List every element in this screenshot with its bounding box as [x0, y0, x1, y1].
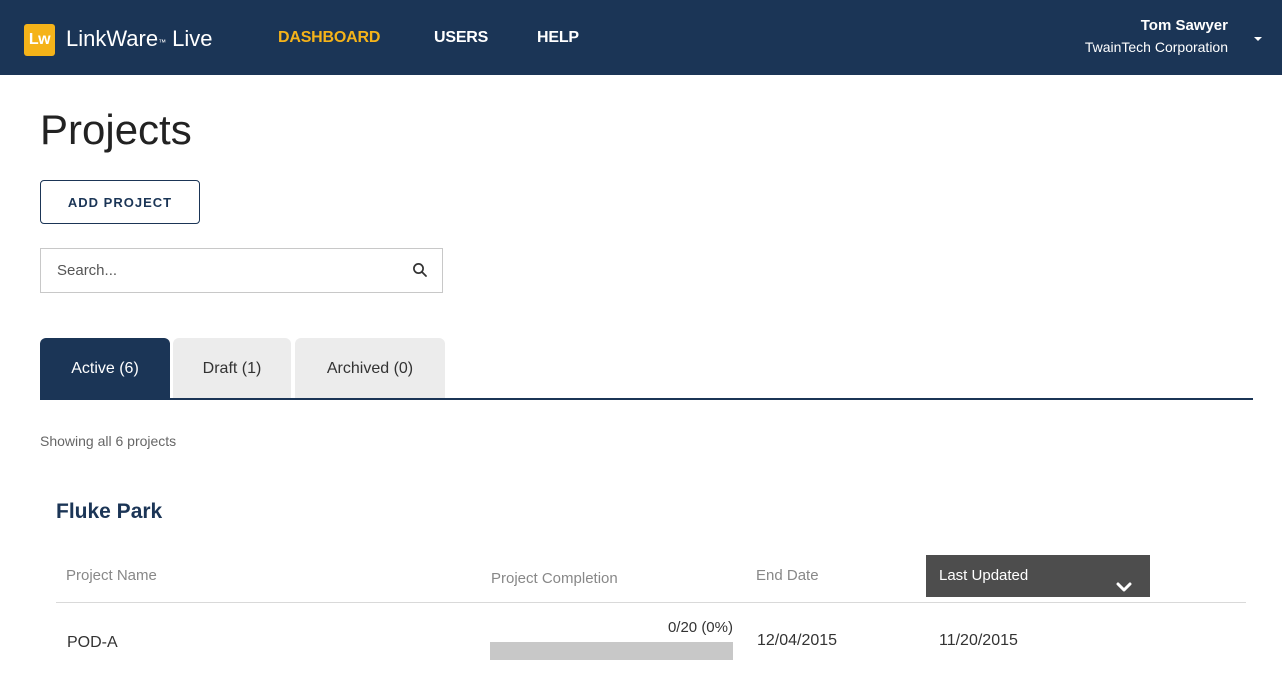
app-name: LinkWare™ Live	[66, 24, 212, 54]
tab-draft[interactable]: Draft (1)	[173, 338, 291, 399]
status-text: Showing all 6 projects	[40, 433, 177, 449]
tab-active[interactable]: Active (6)	[40, 338, 170, 399]
column-header-project-completion[interactable]: Project Completion	[491, 569, 618, 589]
nav-dashboard[interactable]: DASHBOARD	[278, 27, 380, 49]
column-header-last-updated[interactable]: Last Updated	[926, 555, 1150, 597]
end-date-cell: 12/04/2015	[757, 632, 838, 649]
search-box	[40, 248, 443, 293]
caret-down-icon[interactable]	[1250, 28, 1266, 44]
tab-underline	[40, 398, 1253, 400]
top-bar: Lw LinkWare™ Live DASHBOARD USERS HELP To…	[0, 0, 1282, 75]
column-header-project-name[interactable]: Project Name	[66, 566, 157, 586]
add-project-button[interactable]: ADD PROJECT	[40, 180, 200, 224]
project-name-cell[interactable]: POD-A	[67, 632, 118, 654]
group-title: Fluke Park	[56, 500, 163, 523]
trademark-mark: ™	[158, 38, 167, 47]
search-icon[interactable]	[412, 262, 428, 278]
user-name: Tom Sawyer	[1140, 17, 1228, 34]
project-completion-text: 0/20 (0%)	[667, 619, 733, 636]
last-updated-cell: 11/20/2015	[939, 632, 1018, 649]
user-organization: TwainTech Corporation	[1084, 39, 1228, 55]
chevron-down-icon	[1116, 569, 1132, 592]
nav-users[interactable]: USERS	[434, 27, 488, 49]
table-divider	[56, 602, 1246, 603]
nav-help[interactable]: HELP	[537, 27, 579, 49]
project-completion-bar	[490, 642, 733, 660]
app-name-text: LinkWare	[66, 26, 159, 51]
logo-icon[interactable]: Lw	[24, 24, 55, 56]
user-menu[interactable]: Tom Sawyer TwainTech Corporation	[1085, 16, 1228, 57]
column-header-end-date[interactable]: End Date	[756, 566, 819, 586]
tab-archived[interactable]: Archived (0)	[295, 338, 445, 399]
column-header-last-updated-label: Last Updated	[939, 567, 1029, 584]
app-name-suffix: Live	[172, 26, 213, 51]
search-input[interactable]	[41, 249, 401, 292]
page-title: Projects	[40, 106, 192, 153]
